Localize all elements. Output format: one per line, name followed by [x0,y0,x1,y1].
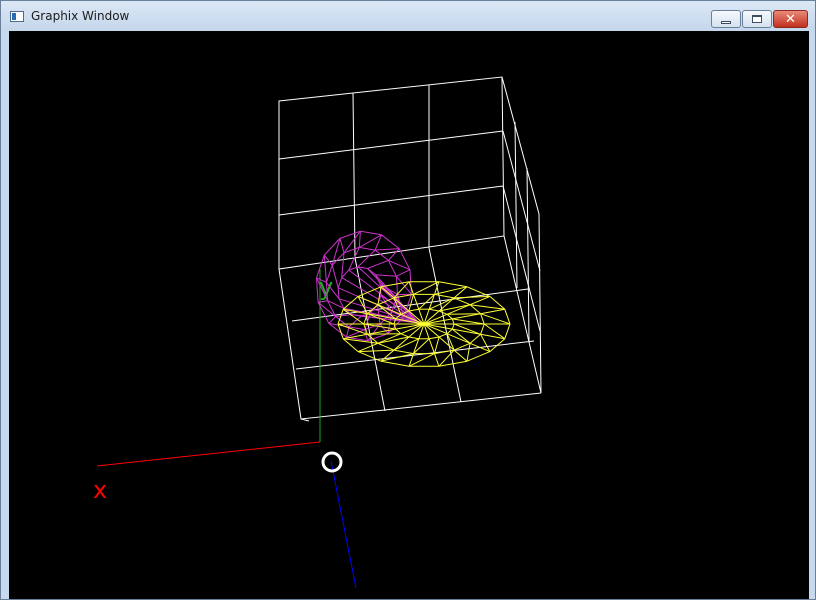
disc-edge [466,286,491,297]
disc-spoke [413,294,420,310]
disc-edge [466,351,491,362]
disc-edge [400,333,410,338]
cone-edge [323,254,333,266]
close-icon: ✕ [785,11,796,27]
title-bar[interactable]: Graphix Window ✕ [1,1,815,31]
disc-edge [446,313,453,320]
disc-spoke [428,338,435,354]
app-window-icon [10,11,24,22]
disc-edge [451,318,455,325]
maximize-icon [752,15,762,23]
disc-edge [453,297,471,306]
cone-edge [374,249,389,261]
cone-edge [317,301,336,317]
z-axis-line [330,460,357,589]
disc-edge [357,351,382,362]
disc-spoke [358,349,394,353]
disc-edge [380,360,410,367]
disc-spoke [377,333,402,344]
cone-edge [357,249,376,268]
disc-edge [504,309,511,325]
cone-edge [398,248,411,270]
disc-spoke [453,323,481,335]
disc-edge [480,323,485,335]
disc-edge [438,281,468,288]
cone-edge [396,275,412,295]
disc-spoke [439,304,471,312]
disc-spoke [466,343,471,362]
cone-edge [359,246,376,251]
disc-edge [451,323,455,330]
disc-spoke [400,323,425,335]
disc-spoke [452,318,485,325]
disc-edge [377,342,395,351]
disc-spoke [423,318,453,325]
cone-edge [359,234,382,248]
disc-spoke [423,323,453,330]
disc-spoke [452,328,481,335]
cone-edge [341,252,345,278]
disc-spoke [480,334,491,352]
close-button[interactable]: ✕ [773,10,808,28]
disc-edge [408,308,419,312]
x-axis-line [96,441,321,467]
render-canvas[interactable]: x y [9,31,809,599]
disc-edge [438,333,448,338]
cone-edge [388,259,411,271]
disc-spoke [434,336,440,354]
disc-spoke [469,342,491,353]
wireframe-cube-grid [278,76,542,422]
disc-spoke [453,349,468,362]
disc-spoke [446,304,471,315]
cone-edge [339,238,345,253]
disc-edge [408,336,419,340]
cone-edge [337,277,343,288]
disc-spoke [357,342,379,353]
cone-edge [395,276,399,295]
window-title: Graphix Window [31,9,130,23]
disc-spoke [408,294,414,312]
cone-edge [388,248,400,261]
graphix-window: Graphix Window ✕ x y [0,0,816,600]
cone-edge [358,231,361,248]
disc-edge [342,296,359,310]
cone-edge [360,230,382,236]
disc-spoke [480,308,505,315]
disc-edge [446,328,453,335]
disc-edge [393,349,414,355]
disc-edge [469,333,481,344]
disc-edge [434,293,455,299]
disc-edge [429,308,440,312]
3d-viewport[interactable]: x y [9,31,809,599]
cone-edge [375,248,400,251]
disc-spoke [377,336,409,344]
axes: x y [93,269,357,589]
cone-edge [328,323,347,338]
disc-edge [395,328,402,335]
cone-edge [381,234,400,249]
disc-spoke [469,295,491,306]
disc-spoke [395,323,425,330]
cone-edge [375,274,397,277]
wireframe-disc [337,281,511,367]
cone-edge [396,269,411,277]
cone-edge [328,316,336,324]
disc-spoke [480,313,511,325]
disc-spoke [434,353,440,367]
disc-spoke [423,323,448,335]
maximize-button[interactable] [742,10,772,28]
disc-edge [504,323,511,339]
x-axis-label: x [93,476,107,504]
disc-edge [429,336,440,340]
cone-edge [346,326,350,338]
cone-edge [364,312,371,330]
minimize-button[interactable] [711,10,741,28]
cone-edge [367,259,389,269]
disc-spoke [438,336,455,351]
minimize-icon [721,20,731,24]
cone-edge [387,260,397,277]
